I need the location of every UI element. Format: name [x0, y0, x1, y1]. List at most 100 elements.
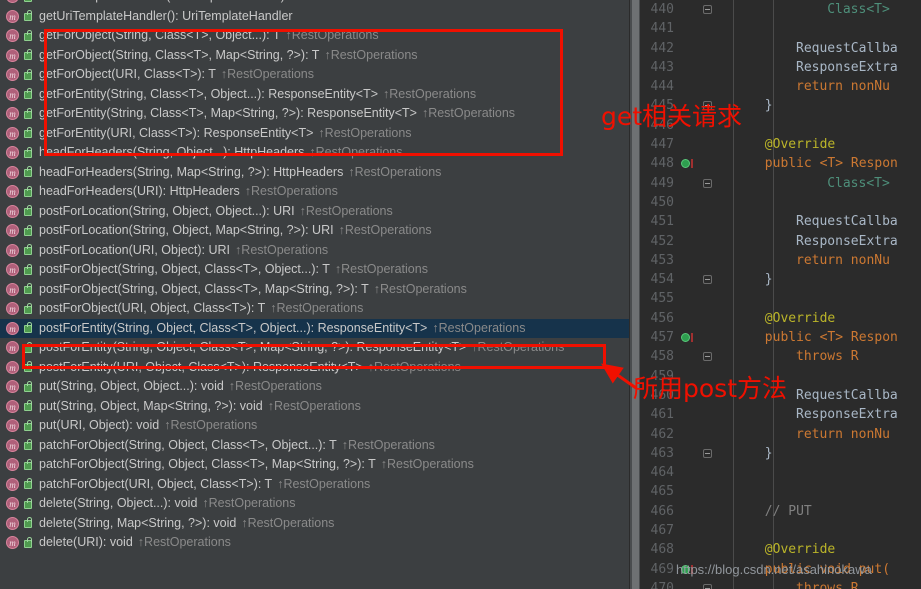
member-list-item[interactable]: m delete(String, Map<String, ?>): void ↑Re…: [0, 514, 640, 534]
member-list-rows[interactable]: msetUriTemplateHandler(UriTemplateHandle…: [0, 0, 640, 553]
gutter-marker[interactable]: [678, 560, 696, 579]
code-line[interactable]: 448 public <T> Respon: [640, 154, 921, 173]
code-fold-icon[interactable]: [702, 583, 712, 589]
override-marker-icon[interactable]: [681, 159, 690, 169]
code-fold-icon[interactable]: [702, 352, 712, 362]
member-list-item[interactable]: m postForEntity(URI, Object, Class<T>): R…: [0, 358, 640, 378]
member-owner: ↑RestOperations: [374, 280, 467, 300]
member-list-item[interactable]: m postForEntity(String, Object, Class<T>,…: [0, 318, 640, 338]
code-line[interactable]: 440 Class<T>: [640, 0, 921, 19]
override-marker-icon[interactable]: [681, 564, 690, 574]
code-line[interactable]: 459: [640, 367, 921, 386]
member-list-item[interactable]: m put(URI, Object): void ↑RestOperations: [0, 416, 640, 436]
member-list-item[interactable]: m postForLocation(String, Object, Object.…: [0, 202, 640, 222]
code-line[interactable]: 444 return nonNu: [640, 77, 921, 96]
gutter-marker[interactable]: [678, 154, 696, 173]
member-list-item[interactable]: m headForHeaders(String, Map<String, ?>):…: [0, 163, 640, 183]
member-list-item[interactable]: m patchForObject(String, Object, Class<T>…: [0, 436, 640, 456]
code-line[interactable]: 470 throws R: [640, 579, 921, 589]
member-list-item[interactable]: m postForObject(String, Object, Class<T>,…: [0, 260, 640, 280]
code-line[interactable]: 453 return nonNu: [640, 251, 921, 270]
member-list-item[interactable]: m getForObject(URI, Class<T>): T ↑RestOper…: [0, 65, 640, 85]
member-list-item[interactable]: m headForHeaders(URI): HttpHeaders ↑RestOp…: [0, 182, 640, 202]
member-owner: ↑RestOperations: [229, 377, 322, 397]
code-line[interactable]: 451 RequestCallba: [640, 212, 921, 231]
method-icon: m: [6, 399, 19, 413]
code-line[interactable]: 466 // PUT: [640, 502, 921, 521]
divider-thumb[interactable]: [632, 0, 639, 589]
code-line[interactable]: 458 throws R: [640, 347, 921, 366]
member-owner: ↑RestOperations: [348, 163, 441, 183]
line-number: 457: [650, 330, 674, 346]
method-icon: m: [6, 9, 19, 23]
code-line[interactable]: 446: [640, 116, 921, 135]
member-list-item[interactable]: m patchForObject(String, Object, Class<T>…: [0, 455, 640, 475]
member-list-item[interactable]: m getForEntity(URI, Class<T>): ResponseEn…: [0, 124, 640, 144]
code-line[interactable]: 450: [640, 193, 921, 212]
member-owner: ↑RestOperations: [471, 338, 564, 358]
code-line[interactable]: 445}: [640, 96, 921, 115]
change-marker-bar: [691, 333, 693, 343]
override-marker-icon[interactable]: [681, 333, 690, 343]
code-line[interactable]: 454}: [640, 270, 921, 289]
member-list-item[interactable]: m postForObject(URI, Object, Class<T>): T…: [0, 299, 640, 319]
code-fold-icon[interactable]: [702, 178, 712, 188]
code-line[interactable]: 449 Class<T>: [640, 174, 921, 193]
member-list-item[interactable]: m postForLocation(String, Object, Map<Str…: [0, 221, 640, 241]
member-list-item[interactable]: m postForEntity(String, Object, Class<T>,…: [0, 338, 640, 358]
code-line[interactable]: 469 public void put(: [640, 560, 921, 579]
code-fold-icon[interactable]: [702, 275, 712, 285]
member-list-item[interactable]: m getForEntity(String, Class<T>, Object..…: [0, 85, 640, 105]
code-line[interactable]: 455: [640, 289, 921, 308]
code-line[interactable]: 460 RequestCallba: [640, 386, 921, 405]
code-line[interactable]: 456 @Override: [640, 309, 921, 328]
code-line[interactable]: 447 @Override: [640, 135, 921, 154]
structure-member-list[interactable]: msetUriTemplateHandler(UriTemplateHandle…: [0, 0, 640, 589]
member-list-item[interactable]: m postForObject(String, Object, Class<T>,…: [0, 280, 640, 300]
code-fold-icon[interactable]: [702, 448, 712, 458]
member-list-item[interactable]: m getForObject(String, Class<T>, Object..…: [0, 26, 640, 46]
code-line[interactable]: 462 return nonNu: [640, 425, 921, 444]
code-fold-icon[interactable]: [702, 101, 712, 111]
member-list-item[interactable]: m getForEntity(String, Class<T>, Map<Stri…: [0, 104, 640, 124]
method-icon: m: [6, 263, 19, 277]
fold-region[interactable]: [696, 347, 718, 366]
code-line[interactable]: 457 public <T> Respon: [640, 328, 921, 347]
code-line[interactable]: 442 RequestCallba: [640, 39, 921, 58]
code-line[interactable]: 463}: [640, 444, 921, 463]
member-owner-label: RestOperations: [380, 281, 467, 296]
member-list-item[interactable]: m getForObject(String, Class<T>, Map<Stri…: [0, 46, 640, 66]
fold-region[interactable]: [696, 174, 718, 193]
member-list-item[interactable]: m patchForObject(URI, Object, Class<T>): …: [0, 475, 640, 495]
gutter-marker[interactable]: [678, 328, 696, 347]
code-editor[interactable]: 440 Class<T> 441 442 RequestCallba 443 Respons…: [640, 0, 921, 589]
fold-region[interactable]: [696, 0, 718, 19]
code-line[interactable]: 464: [640, 463, 921, 482]
member-list-item[interactable]: m put(String, Object, Map<String, ?>): vo…: [0, 397, 640, 417]
method-icon: m: [6, 126, 19, 140]
member-list-item[interactable]: m delete(String, Object...): void ↑RestOpe…: [0, 494, 640, 514]
code-line[interactable]: 461 ResponseExtra: [640, 405, 921, 424]
member-owner-label: RestOperations: [428, 106, 516, 120]
member-list-item[interactable]: m headForHeaders(String, Object...): Http…: [0, 143, 640, 163]
fold-region[interactable]: [696, 444, 718, 463]
member-list-item[interactable]: m getUriTemplateHandler(): UriTemplateHan…: [0, 7, 640, 27]
member-list-item[interactable]: m postForLocation(URI, Object): URI ↑RestO…: [0, 241, 640, 261]
code-line[interactable]: 452 ResponseExtra: [640, 232, 921, 251]
member-list-item[interactable]: m delete(URI): void ↑RestOperations: [0, 533, 640, 553]
code-line[interactable]: 467: [640, 521, 921, 540]
code-editor-rows[interactable]: 440 Class<T> 441 442 RequestCallba 443 Respons…: [640, 0, 921, 589]
code-line[interactable]: 441: [640, 19, 921, 38]
fold-region[interactable]: [696, 579, 718, 589]
fold-region[interactable]: [696, 96, 718, 115]
code-line[interactable]: 468 @Override: [640, 540, 921, 559]
fold-region[interactable]: [696, 270, 718, 289]
method-icon: m: [6, 341, 19, 355]
code-fold-icon[interactable]: [702, 5, 712, 14]
code-line[interactable]: 465: [640, 482, 921, 501]
member-owner-label: RestOperations: [315, 145, 403, 159]
member-signature: patchForObject(URI, Object, Class<T>): T: [39, 476, 273, 491]
member-list-item[interactable]: m put(String, Object, Object...): void ↑Re…: [0, 377, 640, 397]
public-lock-icon: [23, 263, 34, 276]
code-line[interactable]: 443 ResponseExtra: [640, 58, 921, 77]
